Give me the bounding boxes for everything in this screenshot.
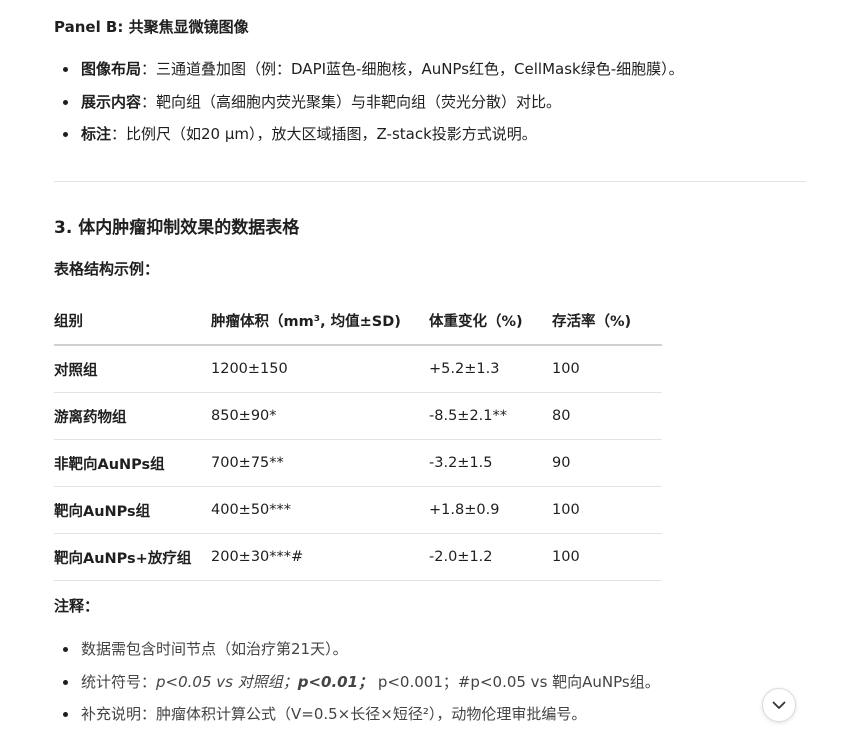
cell-weight-change: +5.2±1.3	[429, 345, 552, 393]
item-label: 标注	[81, 125, 112, 143]
cell-tumor-volume: 400±50***	[211, 486, 429, 534]
list-item: 补充说明：肿瘤体积计算公式（V=0.5×长径×短径²），动物伦理审批编号。	[54, 702, 806, 735]
list-item: 统计符号：p<0.05 vs 对照组；p<0.01； p<0.001；#p<0.…	[54, 670, 806, 703]
item-label: 图像布局	[81, 60, 142, 78]
cell-group: 游离药物组	[54, 392, 211, 440]
table-row: 靶向AuNPs+放疗组 200±30***# -2.0±1.2 100	[54, 533, 662, 581]
cell-tumor-volume: 200±30***#	[211, 533, 429, 581]
cell-group: 靶向AuNPs+放疗组	[54, 533, 211, 581]
list-item: 数据需包含时间节点（如治疗第21天）。	[54, 637, 806, 670]
chevron-down-icon	[772, 701, 786, 709]
header-tumor-volume: 肿瘤体积（mm³, 均值±SD)	[211, 297, 429, 346]
divider	[54, 181, 806, 182]
cell-group: 靶向AuNPs组	[54, 486, 211, 534]
cell-group: 非靶向AuNPs组	[54, 439, 211, 487]
cell-weight-change: -8.5±2.1**	[429, 392, 552, 440]
scroll-down-button[interactable]	[762, 688, 796, 722]
header-group: 组别	[54, 297, 211, 346]
cell-survival-rate: 100	[552, 345, 662, 393]
table-header-row: 组别 肿瘤体积（mm³, 均值±SD) 体重变化（%) 存活率（%)	[54, 297, 662, 346]
item-text: ：靶向组（高细胞内荧光聚集）与非靶向组（荧光分散）对比。	[141, 92, 562, 111]
table-row: 非靶向AuNPs组 700±75** -3.2±1.5 90	[54, 439, 662, 487]
cell-survival-rate: 90	[552, 439, 662, 487]
tumor-data-table: 组别 肿瘤体积（mm³, 均值±SD) 体重变化（%) 存活率（%) 对照组 1…	[54, 297, 662, 581]
table-caption: 表格结构示例：	[54, 260, 160, 278]
list-item: 标注：比例尺（如20 μm），放大区域插图，Z-stack投影方式说明。	[54, 122, 806, 155]
cell-weight-change: +1.8±0.9	[429, 486, 552, 534]
cell-group: 对照组	[54, 345, 211, 393]
header-survival-rate: 存活率（%)	[552, 297, 662, 346]
list-item: 展示内容：靶向组（高细胞内荧光聚集）与非靶向组（荧光分散）对比。	[54, 90, 806, 123]
item-text: ：比例尺（如20 μm），放大区域插图，Z-stack投影方式说明。	[111, 125, 537, 143]
cell-weight-change: -3.2±1.5	[429, 439, 552, 487]
cell-tumor-volume: 1200±150	[211, 345, 429, 393]
note-prefix: 统计符号：	[81, 672, 157, 691]
table-row: 对照组 1200±150 +5.2±1.3 100	[54, 345, 662, 393]
cell-tumor-volume: 700±75**	[211, 439, 429, 487]
list-item: 图像布局：三通道叠加图（例：DAPI蓝色-细胞核，AuNPs红色，CellMas…	[54, 57, 806, 90]
cell-survival-rate: 100	[552, 533, 662, 581]
table-row: 靶向AuNPs组 400±50*** +1.8±0.9 100	[54, 486, 662, 534]
note-rest: p<0.001；#p<0.05 vs 靶向AuNPs组。	[373, 672, 660, 691]
note-italic: p<0.05 vs 对照组；	[156, 672, 298, 691]
panel-b-title: Panel B: 共聚焦显微镜图像	[54, 18, 249, 36]
section-heading: 3. 体内肿瘤抑制效果的数据表格	[54, 218, 300, 238]
notes-caption: 注释：	[54, 597, 100, 615]
cell-survival-rate: 100	[552, 486, 662, 534]
table-row: 游离药物组 850±90* -8.5±2.1** 80	[54, 392, 662, 440]
note-text: 数据需包含时间节点（如治疗第21天）。	[81, 640, 348, 658]
note-bold-italic: p<0.01；	[297, 672, 374, 691]
item-text: ：三通道叠加图（例：DAPI蓝色-细胞核，AuNPs红色，CellMask绿色-…	[141, 60, 684, 78]
notes-list: 数据需包含时间节点（如治疗第21天）。 统计符号：p<0.05 vs 对照组；p…	[54, 637, 806, 735]
cell-weight-change: -2.0±1.2	[429, 533, 552, 581]
cell-tumor-volume: 850±90*	[211, 392, 429, 440]
header-weight-change: 体重变化（%)	[429, 297, 552, 346]
panel-b-list: 图像布局：三通道叠加图（例：DAPI蓝色-细胞核，AuNPs红色，CellMas…	[54, 57, 806, 155]
cell-survival-rate: 80	[552, 392, 662, 440]
note-text: 补充说明：肿瘤体积计算公式（V=0.5×长径×短径²），动物伦理审批编号。	[81, 705, 587, 723]
item-label: 展示内容	[81, 92, 142, 111]
